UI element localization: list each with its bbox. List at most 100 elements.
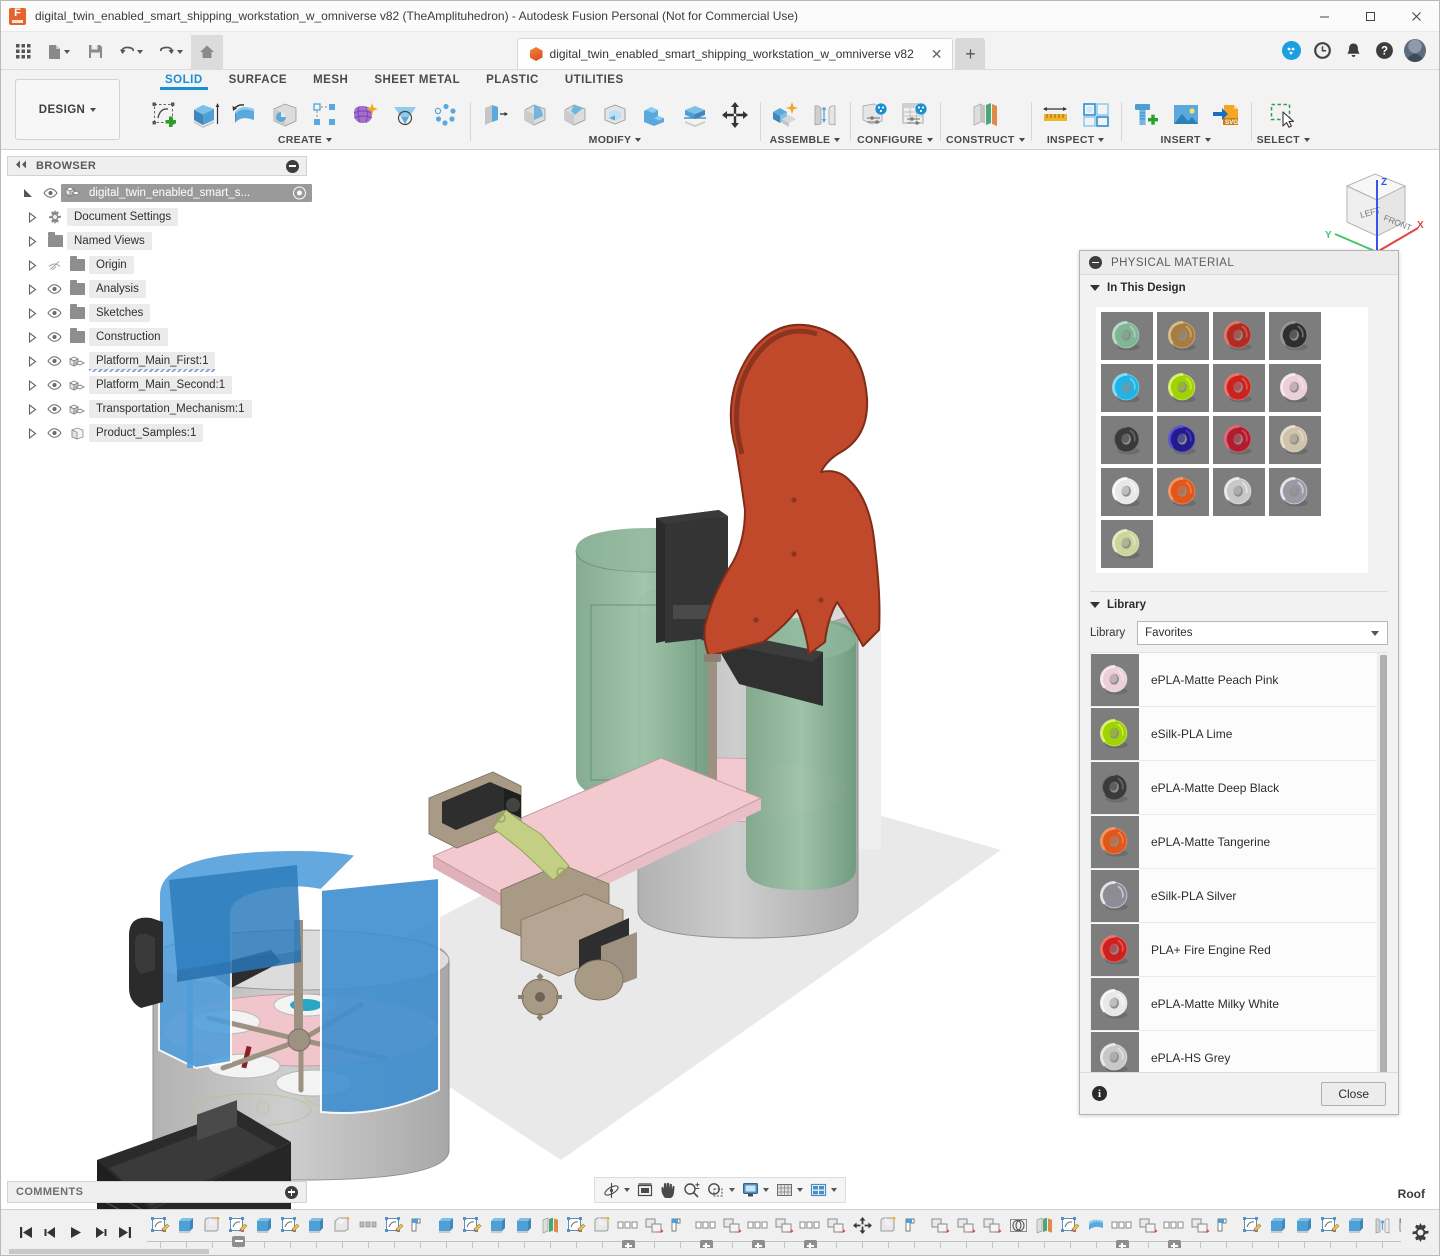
timeline-feature-component[interactable] xyxy=(979,1214,1005,1251)
step-forward-icon[interactable] xyxy=(88,1220,112,1246)
timeline-feature-mirror[interactable] xyxy=(407,1214,433,1251)
tab-mesh[interactable]: MESH xyxy=(300,70,361,86)
tree-item-named-views[interactable]: Named Views xyxy=(7,229,307,253)
timeline-feature-sketch[interactable] xyxy=(1317,1214,1343,1251)
timeline-feature-joint[interactable] xyxy=(1369,1214,1395,1251)
visibility-eye-icon[interactable] xyxy=(43,332,65,342)
timeline-feature-sketch[interactable] xyxy=(1057,1214,1083,1251)
zoom-window-icon[interactable] xyxy=(704,1179,738,1201)
timeline-feature-mirror[interactable] xyxy=(667,1214,693,1251)
timeline-feature-group[interactable] xyxy=(1109,1214,1135,1253)
expand-arrow-icon[interactable] xyxy=(21,212,43,223)
job-status-icon[interactable] xyxy=(1311,40,1333,62)
material-swatch-fire-engine-red[interactable] xyxy=(1213,364,1265,412)
material-swatch-gold-bronze[interactable] xyxy=(1157,312,1209,360)
timeline-feature-sketch[interactable] xyxy=(147,1214,173,1251)
collapse-icon[interactable] xyxy=(1089,256,1102,269)
timeline-feature-group[interactable] xyxy=(1161,1214,1187,1253)
revolve-icon[interactable] xyxy=(226,96,264,134)
info-icon[interactable]: i xyxy=(1092,1086,1107,1101)
timeline-feature-extrude[interactable] xyxy=(251,1214,277,1251)
browser-collapse-icon[interactable] xyxy=(15,160,28,172)
browser-minimize-icon[interactable] xyxy=(286,160,299,173)
redo-icon[interactable] xyxy=(151,35,191,69)
new-component-icon[interactable] xyxy=(766,96,804,134)
minimize-button[interactable] xyxy=(1301,1,1347,32)
expand-arrow-icon[interactable] xyxy=(21,236,43,247)
library-item[interactable]: eSilk-PLA Lime xyxy=(1090,707,1378,761)
library-section-header[interactable]: Library xyxy=(1080,592,1398,615)
new-document-icon[interactable] xyxy=(39,35,79,69)
move-copy-icon[interactable] xyxy=(716,96,754,134)
physical-material-dialog[interactable]: PHYSICAL MATERIAL In This Design Library… xyxy=(1079,250,1399,1115)
hole-pattern-icon[interactable] xyxy=(426,96,464,134)
timeline-feature-component[interactable] xyxy=(927,1214,953,1251)
material-swatch-lime-green[interactable] xyxy=(1157,364,1209,412)
visibility-eye-icon[interactable] xyxy=(43,308,65,318)
visibility-eye-icon[interactable] xyxy=(43,428,65,438)
timeline-feature-group[interactable] xyxy=(797,1214,823,1253)
expand-arrow-icon[interactable] xyxy=(21,428,43,439)
library-item[interactable]: eSilk-PLA Silver xyxy=(1090,869,1378,923)
timeline-feature-pattern[interactable] xyxy=(355,1214,381,1251)
expand-arrow-icon[interactable] xyxy=(17,188,39,199)
timeline-feature-component[interactable] xyxy=(1135,1214,1161,1251)
timeline-feature-chamfer[interactable] xyxy=(329,1214,355,1251)
insert-canvas-icon[interactable] xyxy=(1167,96,1205,134)
tree-item-document-settings[interactable]: Document Settings xyxy=(7,205,307,229)
visibility-eye-icon[interactable] xyxy=(43,284,65,294)
timeline-feature-thread[interactable] xyxy=(1005,1214,1031,1251)
timeline-feature-extrude[interactable] xyxy=(511,1214,537,1251)
measure-icon[interactable] xyxy=(1037,96,1075,134)
timeline-feature-extrude[interactable] xyxy=(173,1214,199,1251)
shell-icon[interactable] xyxy=(596,96,634,134)
timeline-feature-sketch[interactable] xyxy=(1239,1214,1265,1251)
undo-icon[interactable] xyxy=(111,35,151,69)
timeline-marker[interactable] xyxy=(232,1236,245,1247)
timeline-feature-sketch[interactable] xyxy=(563,1214,589,1251)
material-swatch-gloss-black[interactable] xyxy=(1269,312,1321,360)
panel-select-label[interactable]: SELECT xyxy=(1257,134,1310,149)
panel-create-label[interactable]: CREATE xyxy=(278,134,332,149)
timeline-feature-extrude[interactable] xyxy=(1265,1214,1291,1251)
close-window-button[interactable] xyxy=(1393,1,1439,32)
timeline-feature-fillet[interactable] xyxy=(589,1214,615,1251)
timeline-feature-group[interactable] xyxy=(693,1214,719,1253)
document-tab[interactable]: digital_twin_enabled_smart_shipping_work… xyxy=(517,38,954,69)
workspace-switcher[interactable]: DESIGN xyxy=(15,79,120,140)
sweep-icon[interactable] xyxy=(266,96,304,134)
tree-item-transportation-mechanism[interactable]: Transportation_Mechanism:1 xyxy=(7,397,307,421)
notifications-bell-icon[interactable] xyxy=(1342,40,1364,62)
expand-arrow-icon[interactable] xyxy=(21,380,43,391)
tab-plastic[interactable]: PLASTIC xyxy=(473,70,552,86)
avatar[interactable] xyxy=(1404,40,1426,62)
offset-face-icon[interactable] xyxy=(676,96,714,134)
step-back-icon[interactable] xyxy=(38,1220,62,1246)
create-sketch-icon[interactable] xyxy=(146,96,184,134)
expand-arrow-icon[interactable] xyxy=(21,404,43,415)
expand-arrow-icon[interactable] xyxy=(21,356,43,367)
tree-item-origin[interactable]: Origin xyxy=(7,253,307,277)
timeline-feature-extrude[interactable] xyxy=(485,1214,511,1251)
material-swatch-deep-black[interactable] xyxy=(1101,416,1153,464)
timeline-feature-sketch[interactable] xyxy=(277,1214,303,1251)
close-button[interactable]: Close xyxy=(1321,1082,1386,1106)
material-swatch-mint-green[interactable] xyxy=(1101,312,1153,360)
pan-icon[interactable] xyxy=(657,1179,679,1201)
activate-component-radio[interactable] xyxy=(293,187,306,200)
scrollbar-thumb[interactable] xyxy=(1380,655,1387,1072)
timeline-feature-move[interactable] xyxy=(849,1214,875,1251)
material-swatch-cyan-blue[interactable] xyxy=(1101,364,1153,412)
tree-item-sketches[interactable]: Sketches xyxy=(7,301,307,325)
panel-configure-label[interactable]: CONFIGURE xyxy=(857,134,933,149)
select-window-icon[interactable] xyxy=(1264,96,1302,134)
tree-root-row[interactable]: digital_twin_enabled_smart_s... xyxy=(7,181,307,205)
panel-assemble-label[interactable]: ASSEMBLE xyxy=(770,134,841,149)
timeline-feature-revolve[interactable] xyxy=(1083,1214,1109,1251)
orbit-icon[interactable] xyxy=(600,1179,633,1201)
form-icon[interactable] xyxy=(346,96,384,134)
tab-utilities[interactable]: UTILITIES xyxy=(552,70,637,86)
maximize-button[interactable] xyxy=(1347,1,1393,32)
joint-icon[interactable] xyxy=(806,96,844,134)
tab-solid[interactable]: SOLID xyxy=(152,70,216,86)
